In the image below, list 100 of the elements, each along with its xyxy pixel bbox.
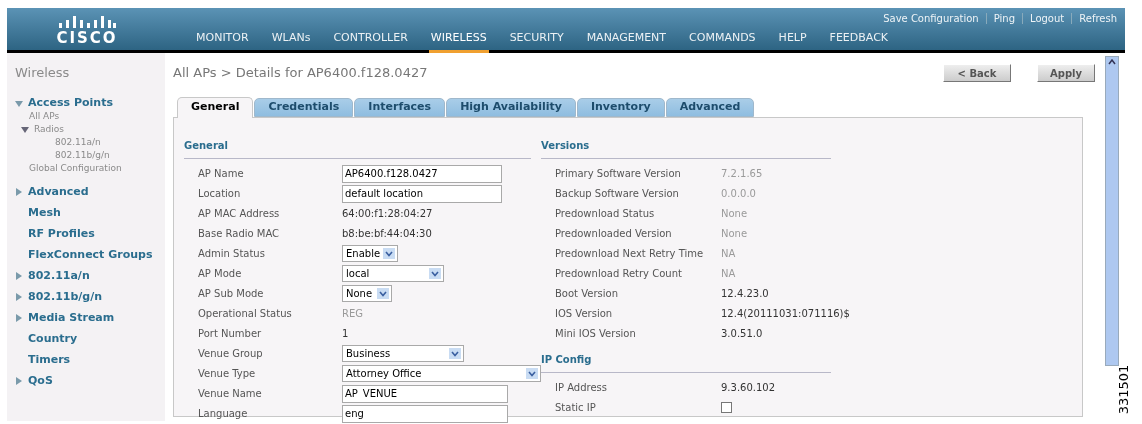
nav-link[interactable]: WLANs xyxy=(269,29,313,53)
field-label: Static IP xyxy=(554,401,597,415)
field-label: AP Sub Mode xyxy=(197,287,265,301)
field-label: AP Mode xyxy=(197,267,243,281)
sidebar-link[interactable]: 802.11a/n xyxy=(55,136,101,150)
field-label: Location xyxy=(197,187,242,201)
expand-down-icon[interactable] xyxy=(21,126,29,134)
sidebar-link[interactable]: Radios xyxy=(34,123,64,137)
field-label: AP Name xyxy=(197,167,245,181)
field-label: Mini IOS Version xyxy=(554,327,637,341)
field-label: Language xyxy=(197,407,249,421)
sidebar-link[interactable]: FlexConnect Groups xyxy=(28,246,153,264)
figure-number: 331501 xyxy=(1117,364,1131,415)
sidebar-title: Wireless xyxy=(15,64,71,82)
expand-right-icon[interactable] xyxy=(15,188,23,196)
dropdown[interactable]: Attorney Office xyxy=(342,365,541,382)
field-value: NA xyxy=(721,247,736,261)
nav-link[interactable]: COMMANDS xyxy=(687,29,758,53)
tab[interactable]: Credentials xyxy=(254,97,354,117)
field-label: Backup Software Version xyxy=(554,187,680,201)
field-label: Admin Status xyxy=(197,247,266,261)
field-label: Primary Software Version xyxy=(554,167,682,181)
sidebar-link[interactable]: Timers xyxy=(28,351,71,369)
nav-link[interactable]: HELP xyxy=(776,29,809,53)
scroll-up-icon[interactable] xyxy=(1108,59,1116,65)
page-title: All APs > Details for AP6400.f128.0427 xyxy=(173,64,429,82)
field-value: NA xyxy=(721,267,736,281)
tab[interactable]: Inventory xyxy=(576,97,665,117)
sidebar-link[interactable]: RF Profiles xyxy=(28,225,95,243)
tab[interactable]: Interfaces xyxy=(354,97,446,117)
sidebar-link[interactable]: Access Points xyxy=(28,95,113,112)
sidebar-link[interactable]: 802.11b/g/n xyxy=(55,149,110,163)
text-field[interactable]: eng xyxy=(342,404,508,423)
header-link[interactable]: Ping xyxy=(993,11,1015,26)
field-value: 3.0.51.0 xyxy=(721,327,763,341)
field-label: Venue Name xyxy=(197,387,263,401)
sidebar-link[interactable]: 802.11a/n xyxy=(28,267,90,285)
field-label: Predownload Next Retry Time xyxy=(554,247,705,261)
field-label: Predownload Retry Count xyxy=(554,267,683,281)
dropdown[interactable]: Enable xyxy=(342,245,398,262)
field-label: Venue Group xyxy=(197,347,264,361)
sidebar-link[interactable]: QoS xyxy=(28,372,53,390)
field-label: AP MAC Address xyxy=(197,207,281,221)
header-link[interactable]: Save Configuration xyxy=(883,11,979,26)
scrollbar[interactable] xyxy=(1105,56,1119,366)
field-label: IP Address xyxy=(554,381,608,395)
field-value: 0.0.0.0 xyxy=(721,187,756,201)
field-label: Predownload Status xyxy=(554,207,656,221)
sidebar-link[interactable]: Media Stream xyxy=(28,309,115,327)
nav-link[interactable]: CONTROLLER xyxy=(331,29,410,53)
field-value: 9.3.60.102 xyxy=(721,381,776,395)
dropdown[interactable]: None xyxy=(342,285,392,302)
expand-right-icon[interactable] xyxy=(15,314,23,322)
logo-text: CISCO xyxy=(56,30,118,46)
sidebar-link[interactable]: Global Configuration xyxy=(29,162,122,176)
nav-link[interactable]: SECURITY xyxy=(507,29,566,53)
dropdown[interactable]: local xyxy=(342,265,444,282)
checkbox[interactable] xyxy=(721,402,732,413)
sidebar-link[interactable]: Mesh xyxy=(28,204,61,222)
field-label: Base Radio MAC xyxy=(197,227,281,241)
field-value: 64:00:f1:28:04:27 xyxy=(342,207,433,221)
expand-right-icon[interactable] xyxy=(15,272,23,280)
sidebar-link[interactable]: 802.11b/g/n xyxy=(28,288,103,306)
nav-link[interactable]: MANAGEMENT xyxy=(584,29,669,53)
field-value: None xyxy=(721,227,748,241)
field-label: Boot Version xyxy=(554,287,619,301)
dropdown[interactable]: Business xyxy=(342,345,464,362)
section-title: Versions xyxy=(541,139,590,151)
header-link[interactable]: Logout xyxy=(1030,11,1065,26)
field-value: None xyxy=(721,207,748,221)
tab[interactable]: High Availability xyxy=(446,97,576,117)
expand-right-icon[interactable] xyxy=(15,293,23,301)
text-field[interactable]: AP_VENUE xyxy=(342,384,508,403)
field-label: Port Number xyxy=(197,327,263,341)
field-label: Operational Status xyxy=(197,307,293,321)
nav-link[interactable]: MONITOR xyxy=(194,29,251,53)
field-value: REG xyxy=(342,307,363,321)
sidebar-link[interactable]: Advanced xyxy=(28,183,89,201)
expand-right-icon[interactable] xyxy=(15,377,23,385)
nav-link[interactable]: WIRELESS xyxy=(428,29,489,53)
tab[interactable]: Advanced xyxy=(665,97,755,117)
text-field[interactable]: AP6400.f128.0427 xyxy=(342,164,502,183)
page-button[interactable]: Apply xyxy=(1037,64,1095,82)
field-label: Venue Type xyxy=(197,367,257,381)
sidebar-link[interactable]: Country xyxy=(28,330,78,348)
field-value: 1 xyxy=(342,327,349,341)
logo-bars-icon xyxy=(58,16,116,30)
header-link[interactable]: Refresh xyxy=(1079,11,1117,26)
nav-link[interactable]: FEEDBACK xyxy=(827,29,891,53)
section-title: IP Config xyxy=(541,353,592,365)
field-value: 12.4(20111031:071116)$ xyxy=(721,307,850,321)
sidebar-link[interactable]: All APs xyxy=(29,110,60,124)
field-value: b8:be:bf:44:04:30 xyxy=(342,227,432,241)
field-label: Predownloaded Version xyxy=(554,227,673,241)
field-label: IOS Version xyxy=(554,307,614,321)
page-button[interactable]: < Back xyxy=(943,64,1011,82)
expand-down-icon[interactable] xyxy=(15,99,23,108)
tab[interactable]: General xyxy=(177,96,254,118)
text-field[interactable]: default location xyxy=(342,184,502,203)
field-value: 7.2.1.65 xyxy=(721,167,763,181)
